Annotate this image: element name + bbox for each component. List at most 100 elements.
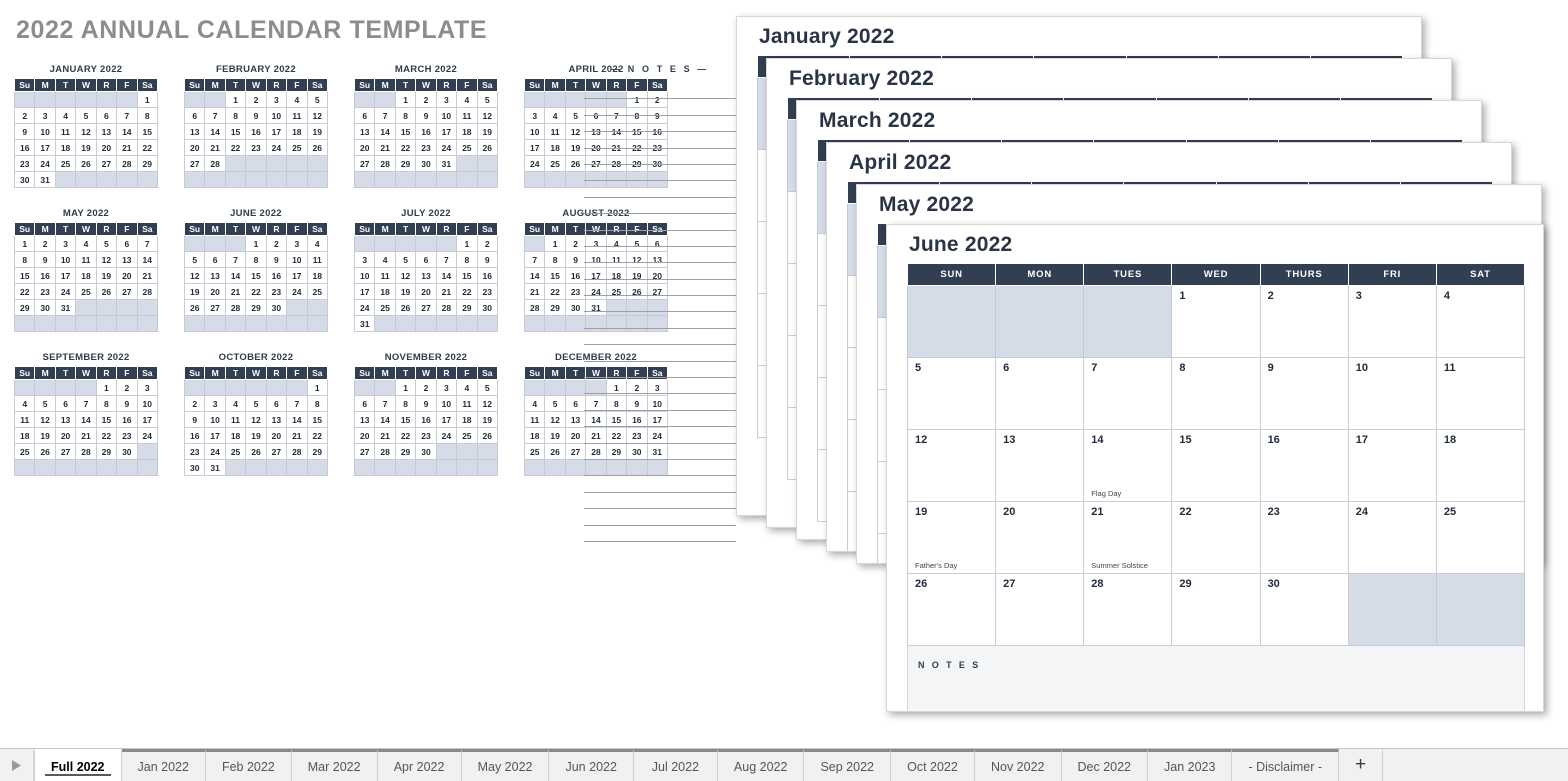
mini-day-cell[interactable]: 12 xyxy=(95,251,118,268)
mini-day-cell-empty[interactable] xyxy=(456,443,478,460)
mini-day-cell[interactable]: 17 xyxy=(435,411,458,428)
mini-day-cell[interactable]: 26 xyxy=(564,155,587,172)
mini-day-cell[interactable]: 28 xyxy=(286,443,308,460)
mini-day-cell[interactable]: 3 xyxy=(34,107,56,124)
mini-day-cell[interactable]: 16 xyxy=(564,267,587,284)
mini-day-cell[interactable]: 16 xyxy=(245,123,267,140)
mini-day-cell[interactable]: 26 xyxy=(544,443,566,460)
mini-day-cell[interactable]: 4 xyxy=(224,395,247,412)
mini-day-cell-empty[interactable] xyxy=(54,379,77,396)
mini-day-cell[interactable]: 11 xyxy=(224,411,247,428)
mini-day-cell[interactable]: 6 xyxy=(116,235,138,252)
mini-day-cell[interactable]: 28 xyxy=(374,155,396,172)
mini-day-cell[interactable]: 12 xyxy=(306,107,329,124)
mini-day-cell[interactable]: 25 xyxy=(54,155,77,172)
mini-day-cell-empty[interactable] xyxy=(564,315,587,332)
mini-day-cell[interactable]: 16 xyxy=(415,411,437,428)
mini-day-cell[interactable]: 22 xyxy=(136,139,159,156)
mini-day-cell-empty[interactable] xyxy=(435,171,458,188)
mini-day-cell[interactable]: 11 xyxy=(456,107,478,124)
notes-line[interactable] xyxy=(584,165,736,182)
mini-day-cell[interactable]: 25 xyxy=(286,139,308,156)
mini-day-cell[interactable]: 4 xyxy=(306,235,329,252)
mini-day-cell[interactable]: 13 xyxy=(564,411,587,428)
mini-day-cell[interactable]: 2 xyxy=(34,235,56,252)
mini-day-cell[interactable]: 26 xyxy=(95,283,118,300)
mini-day-cell[interactable]: 4 xyxy=(456,91,478,108)
mini-day-cell[interactable]: 15 xyxy=(136,123,159,140)
sheet-tab[interactable]: Jul 2022 xyxy=(633,749,718,781)
notes-line[interactable] xyxy=(584,263,736,280)
mini-day-cell[interactable]: 6 xyxy=(54,395,77,412)
mini-day-cell-empty[interactable] xyxy=(456,171,478,188)
mini-day-cell[interactable]: 27 xyxy=(183,155,206,172)
day-cell[interactable]: 29 xyxy=(1171,573,1261,646)
mini-day-cell[interactable]: 8 xyxy=(394,107,417,124)
mini-day-cell-empty[interactable] xyxy=(374,91,396,108)
mini-day-cell[interactable]: 14 xyxy=(224,267,247,284)
sheet-tab[interactable]: Jan 2022 xyxy=(121,749,206,781)
mini-day-cell[interactable]: 22 xyxy=(245,283,267,300)
mini-day-cell[interactable]: 16 xyxy=(415,123,437,140)
mini-calendar-table[interactable]: Su M T W R F Sa 1 2 3 4 5 6 7 8 9 10 11 12 13 14 15 16 17 18 19 20… xyxy=(353,222,499,332)
day-cell[interactable]: 7 xyxy=(1083,357,1173,430)
mini-day-cell-empty[interactable] xyxy=(544,91,566,108)
mini-day-cell[interactable]: 2 xyxy=(415,91,437,108)
mini-day-cell[interactable]: 28 xyxy=(75,443,97,460)
mini-day-cell[interactable]: 11 xyxy=(286,107,308,124)
mini-day-cell-empty[interactable] xyxy=(95,299,118,316)
mini-day-cell[interactable]: 22 xyxy=(394,139,417,156)
mini-day-cell-empty[interactable] xyxy=(245,315,267,332)
mini-day-cell[interactable]: 16 xyxy=(34,267,56,284)
mini-day-cell[interactable]: 26 xyxy=(245,443,267,460)
mini-day-cell[interactable]: 19 xyxy=(476,123,499,140)
mini-calendar-table[interactable]: Su M T W R F Sa 1 2 3 4 5 6 7 8 9 10 11 12 13 14 15 16 17 18 19 20… xyxy=(353,366,499,476)
mini-day-cell[interactable]: 27 xyxy=(95,155,118,172)
mini-day-cell[interactable]: 4 xyxy=(286,91,308,108)
mini-day-cell-empty[interactable] xyxy=(286,299,308,316)
mini-day-cell-empty[interactable] xyxy=(245,171,267,188)
mini-day-cell[interactable]: 7 xyxy=(286,395,308,412)
mini-day-cell-empty[interactable] xyxy=(435,315,458,332)
mini-day-cell[interactable]: 14 xyxy=(374,123,396,140)
mini-day-cell[interactable]: 5 xyxy=(564,107,587,124)
mini-day-cell[interactable]: 31 xyxy=(204,459,226,476)
mini-day-cell-empty[interactable] xyxy=(95,171,118,188)
mini-day-cell[interactable]: 27 xyxy=(353,443,376,460)
mini-day-cell[interactable]: 7 xyxy=(435,251,458,268)
mini-day-cell[interactable]: 9 xyxy=(245,107,267,124)
mini-day-cell[interactable]: 22 xyxy=(544,283,566,300)
mini-day-cell[interactable]: 21 xyxy=(204,139,226,156)
notes-line[interactable] xyxy=(584,181,736,198)
mini-day-cell-empty[interactable] xyxy=(564,459,587,476)
mini-day-cell[interactable]: 30 xyxy=(183,459,206,476)
mini-day-cell[interactable]: 24 xyxy=(34,155,56,172)
mini-day-cell[interactable]: 1 xyxy=(224,91,247,108)
day-cell[interactable]: 15 xyxy=(1171,429,1261,502)
mini-day-cell[interactable]: 28 xyxy=(116,155,138,172)
mini-calendar-table[interactable]: Su M T W R F Sa 1 2 3 4 5 6 7 8 9 10 11 12 13 14 15 16 17 18 19 20… xyxy=(13,222,159,332)
mini-day-cell-empty[interactable] xyxy=(13,459,36,476)
mini-day-cell-empty[interactable] xyxy=(54,315,77,332)
mini-day-cell-empty[interactable] xyxy=(523,235,546,252)
mini-day-cell[interactable]: 19 xyxy=(95,267,118,284)
mini-day-cell-empty[interactable] xyxy=(54,171,77,188)
mini-day-cell[interactable]: 21 xyxy=(224,283,247,300)
mini-day-cell[interactable]: 27 xyxy=(204,299,226,316)
mini-day-cell-empty[interactable] xyxy=(544,315,566,332)
mini-day-cell[interactable]: 3 xyxy=(523,107,546,124)
mini-day-cell[interactable]: 21 xyxy=(374,139,396,156)
mini-day-cell[interactable]: 22 xyxy=(394,427,417,444)
mini-day-cell[interactable]: 16 xyxy=(116,411,138,428)
mini-day-cell-empty[interactable] xyxy=(523,171,546,188)
mini-day-cell[interactable]: 28 xyxy=(136,283,159,300)
mini-day-cell[interactable]: 11 xyxy=(374,267,396,284)
mini-day-cell[interactable]: 28 xyxy=(435,299,458,316)
mini-day-cell[interactable]: 19 xyxy=(34,427,56,444)
mini-calendar-table[interactable]: Su M T W R F Sa 1 2 3 4 5 6 7 8 9 10 11 12 13 14 15 16 17 18 19 20… xyxy=(13,366,159,476)
mini-day-cell-empty[interactable] xyxy=(136,443,159,460)
notes-line[interactable] xyxy=(584,132,736,149)
mini-day-cell[interactable]: 7 xyxy=(116,107,138,124)
mini-day-cell[interactable]: 17 xyxy=(286,267,308,284)
mini-day-cell[interactable]: 3 xyxy=(204,395,226,412)
